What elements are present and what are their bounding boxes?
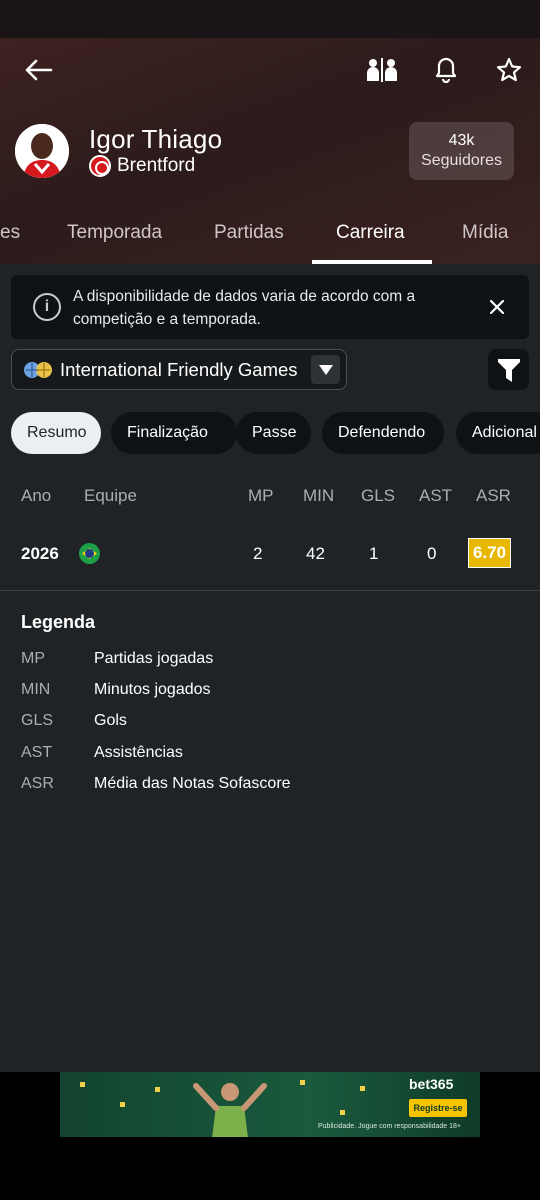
chip-adicional[interactable]: Adicional [456,412,540,454]
legend-abbr: AST [21,744,53,761]
player-header: Igor Thiago Brentford 43k Seguidores es … [0,38,540,264]
legend-abbr: MIN [21,681,51,698]
legend-item: AST Assistências [0,742,540,766]
legend-title: Legenda [21,612,96,632]
header-team: Equipe [84,486,137,505]
legend-desc: Assistências [94,744,183,761]
chip-passe[interactable]: Passe [236,412,311,454]
chip-resumo[interactable]: Resumo [11,412,101,454]
legend-item: MP Partidas jogadas [0,648,540,672]
brentford-badge-icon [89,155,111,177]
back-button[interactable] [18,54,58,86]
legend-item: GLS Gols [0,710,540,734]
legend-desc: Minutos jogados [94,681,211,698]
caret-down-icon [318,364,333,375]
ad-disclaimer: Publicidade. Jogue com responsabilidade … [318,1123,462,1130]
tab-temporada[interactable]: Temporada [67,222,162,244]
filter-button[interactable] [488,349,529,390]
legend-desc: Média das Notas Sofascore [94,775,291,792]
legend-abbr: ASR [21,775,54,792]
legend-abbr: MP [21,650,45,667]
career-content: i A disponibilidade de dados varia de ac… [0,264,540,1072]
row-mp: 2 [253,544,263,563]
header-min: MIN [303,486,335,505]
friendly-games-icon [22,359,54,381]
tab-carreira[interactable]: Carreira [336,222,405,244]
career-table-header: Ano Equipe MP MIN GLS AST ASR [0,482,540,512]
chip-defendendo[interactable]: Defendendo [322,412,444,454]
followers-button[interactable]: 43k Seguidores [409,122,514,180]
club-name: Brentford [117,155,196,176]
player-name: Igor Thiago [89,124,223,154]
back-arrow-icon [25,59,53,81]
stat-category-chips: Resumo Finalização Passe Defendendo Adic… [11,412,540,454]
ad-area: bet365 Registre-se Publicidade. Jogue co… [0,1072,540,1200]
filter-icon [497,358,520,382]
notifications-button[interactable] [428,52,464,88]
close-icon [490,300,504,314]
bell-icon [435,57,457,83]
compare-button[interactable] [364,52,400,88]
legend-item: MIN Minutos jogados [0,679,540,703]
ad-brand: bet365 [409,1076,454,1092]
status-bar [0,0,540,38]
legend-desc: Partidas jogadas [94,650,214,667]
player-avatar [15,124,69,178]
club-link[interactable]: Brentford [89,154,195,178]
header-year: Ano [21,486,52,505]
rating-badge: 6.70 [468,538,511,568]
tab-partial[interactable]: es [0,222,20,244]
header-gls: GLS [361,486,396,505]
tab-midia[interactable]: Mídia [462,222,508,244]
legend-desc: Gols [94,712,127,729]
tab-partidas[interactable]: Partidas [214,222,284,244]
dropdown-toggle[interactable] [311,355,340,384]
followers-count: 43k [448,132,475,149]
notice-text: A disponibilidade de dados varia de acor… [73,288,416,328]
legend-item: ASR Média das Notas Sofascore [0,773,540,797]
info-icon: i [33,293,61,321]
close-notice-button[interactable] [483,293,511,321]
row-year: 2026 [21,544,59,563]
row-gls: 1 [369,544,379,563]
favorite-button[interactable] [491,52,527,88]
brazil-flag-icon [79,543,100,564]
header-ast: AST [419,486,453,505]
row-ast: 0 [427,544,437,563]
compare-icon [367,58,397,82]
ad-banner[interactable]: bet365 Registre-se Publicidade. Jogue co… [60,1072,480,1137]
tab-bar: es Temporada Partidas Carreira Mídia [0,214,540,264]
star-icon [496,57,522,82]
header-mp: MP [248,486,274,505]
followers-label: Seguidores [421,152,502,169]
data-availability-notice: i A disponibilidade de dados varia de ac… [11,275,529,339]
competition-label: International Friendly Games [60,358,298,380]
legend-abbr: GLS [21,712,54,729]
section-divider [0,590,540,591]
header-asr: ASR [476,486,511,505]
table-row[interactable]: 2026 2 42 1 0 [0,532,540,578]
chip-finalizacao[interactable]: Finalização [111,412,237,454]
ad-person-illustration [193,1083,267,1137]
competition-dropdown[interactable]: International Friendly Games [11,349,347,390]
row-min: 42 [306,544,325,563]
ad-register-button[interactable]: Registre-se [409,1099,467,1117]
